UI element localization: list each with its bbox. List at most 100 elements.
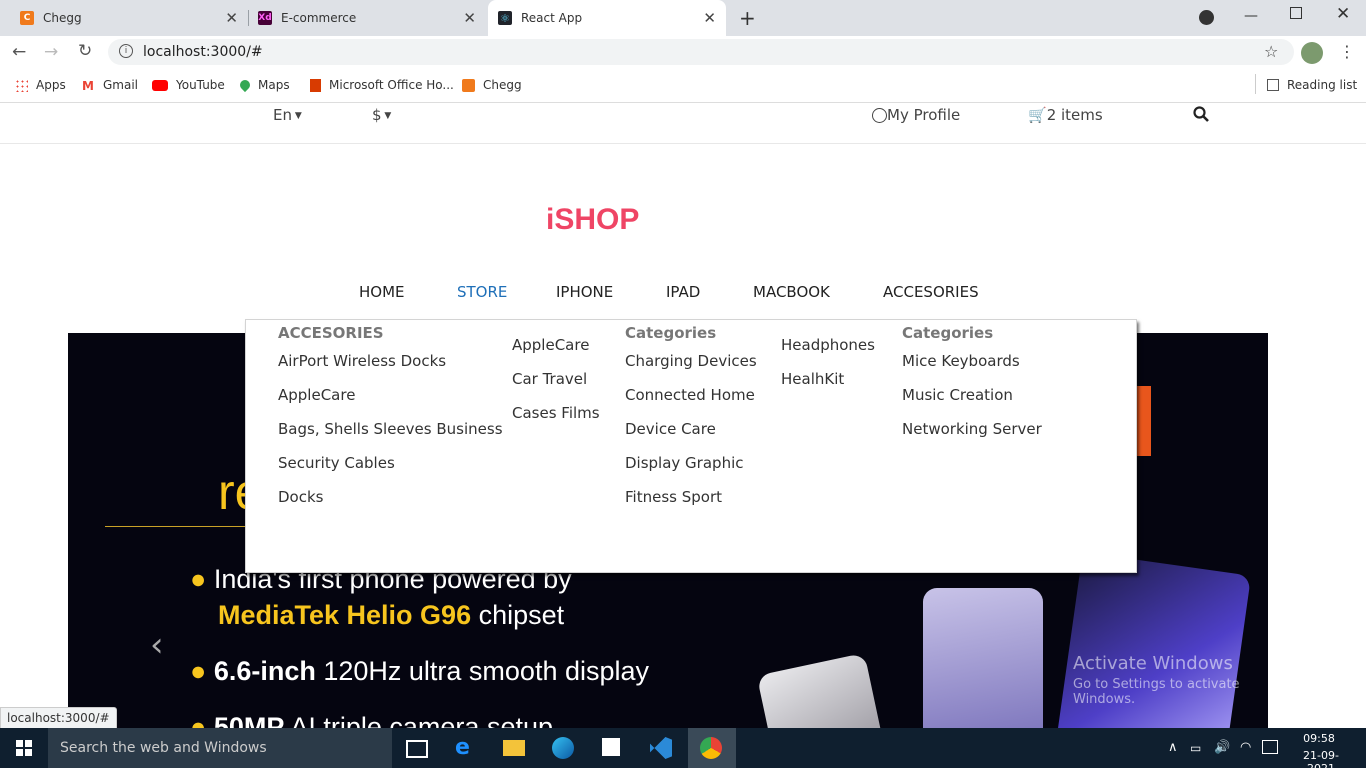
- tab-react-app[interactable]: ⚛ React App ✕: [488, 0, 726, 36]
- megamenu-item[interactable]: Cases Films: [512, 396, 600, 430]
- megamenu-column: Categories Charging Devices Connected Ho…: [625, 320, 757, 514]
- megamenu-item[interactable]: Mice Keyboards: [902, 344, 1042, 378]
- volume-icon[interactable]: 🔊: [1214, 740, 1230, 755]
- bookmark-youtube[interactable]: YouTube: [152, 77, 225, 93]
- bookmark-label: Gmail: [103, 78, 139, 92]
- nav-ipad[interactable]: IPAD: [666, 283, 700, 301]
- bookmark-label: Apps: [36, 78, 66, 92]
- megamenu-item[interactable]: AppleCare: [278, 378, 503, 412]
- wifi-icon[interactable]: ◠: [1240, 740, 1251, 755]
- nav-iphone[interactable]: IPHONE: [556, 283, 613, 301]
- tab-title: React App: [521, 11, 583, 25]
- megamenu-item[interactable]: Docks: [278, 480, 503, 514]
- currency-value: $: [372, 106, 382, 124]
- notifications-icon[interactable]: [1262, 740, 1278, 754]
- chevron-up-icon[interactable]: ∧: [1168, 740, 1178, 755]
- activate-windows-title: Activate Windows: [1073, 653, 1233, 674]
- store-icon[interactable]: [602, 738, 620, 756]
- cart-icon: 🛒: [1028, 106, 1047, 124]
- megamenu-item[interactable]: AirPort Wireless Docks: [278, 344, 503, 378]
- nav-macbook[interactable]: MACBOOK: [753, 283, 830, 301]
- bookmark-chegg[interactable]: Chegg: [462, 77, 522, 93]
- menu-kebab-icon[interactable]: ⋮: [1339, 42, 1355, 61]
- reading-list-icon: [1267, 79, 1279, 91]
- megamenu-heading: Categories: [902, 324, 994, 342]
- bookmark-label: Microsoft Office Ho...: [329, 78, 454, 92]
- avatar[interactable]: [1301, 42, 1323, 64]
- caret-down-icon: ▼: [291, 111, 302, 121]
- close-icon[interactable]: ✕: [463, 9, 476, 27]
- taskbar-search-placeholder[interactable]: Search the web and Windows: [60, 740, 267, 756]
- utility-bar: En ▼ $ ▼ My Profile 🛒 2 items: [0, 103, 1366, 144]
- nav-store[interactable]: STORE: [457, 283, 507, 301]
- minimize-icon[interactable]: —: [1244, 8, 1258, 24]
- currency-dropdown[interactable]: $ ▼: [372, 106, 391, 124]
- megamenu-item[interactable]: Device Care: [625, 412, 757, 446]
- megamenu-item[interactable]: Connected Home: [625, 378, 757, 412]
- my-profile-link[interactable]: My Profile: [872, 106, 960, 124]
- language-value: En: [273, 106, 292, 124]
- bookmark-maps[interactable]: Maps: [237, 77, 290, 93]
- reading-list-button[interactable]: Reading list: [1267, 77, 1357, 93]
- tab-search-icon[interactable]: [1199, 10, 1214, 25]
- megamenu-column: Headphones HealhKit: [781, 328, 875, 396]
- banner-bullet: MediaTek Helio G96 chipset: [218, 600, 565, 630]
- phone-image: [923, 588, 1043, 728]
- windows-start-icon[interactable]: [16, 740, 32, 756]
- carousel-prev-icon[interactable]: ‹: [150, 625, 164, 665]
- url-text[interactable]: localhost:3000/#: [143, 44, 263, 60]
- clock-date[interactable]: 21-09-2021: [1290, 749, 1352, 775]
- address-bar[interactable]: [108, 39, 1294, 65]
- profile-label: My Profile: [887, 106, 961, 124]
- megamenu-item[interactable]: Bags, Shells Sleeves Business: [278, 412, 503, 446]
- megamenu-item[interactable]: Fitness Sport: [625, 480, 757, 514]
- info-icon[interactable]: i: [119, 44, 133, 58]
- nav-accesories[interactable]: ACCESORIES: [883, 283, 979, 301]
- reload-icon[interactable]: ↻: [78, 41, 92, 61]
- edge-legacy-icon[interactable]: e: [455, 735, 470, 760]
- megamenu-item[interactable]: Car Travel: [512, 362, 600, 396]
- task-view-icon[interactable]: [406, 740, 428, 758]
- close-icon[interactable]: ✕: [225, 9, 238, 27]
- file-explorer-icon[interactable]: [503, 740, 525, 756]
- back-icon[interactable]: ←: [12, 42, 26, 62]
- site-logo[interactable]: iSHOP: [546, 203, 639, 237]
- star-icon[interactable]: ☆: [1264, 42, 1278, 61]
- bookmark-office[interactable]: Microsoft Office Ho...: [310, 77, 454, 93]
- chegg-icon: [462, 78, 475, 92]
- forward-icon[interactable]: →: [44, 42, 58, 62]
- cart-link[interactable]: 🛒 2 items: [1028, 106, 1103, 124]
- office-icon: [310, 78, 321, 92]
- banner-bullet: ● 50MP AI triple camera setup: [190, 712, 553, 728]
- user-circle-icon: [872, 107, 887, 123]
- megamenu-item[interactable]: Charging Devices: [625, 344, 757, 378]
- megamenu-item[interactable]: Display Graphic: [625, 446, 757, 480]
- search-button[interactable]: [1193, 106, 1209, 126]
- chrome-icon: [700, 737, 722, 759]
- nav-home[interactable]: HOME: [359, 283, 405, 301]
- battery-icon[interactable]: ▭: [1190, 741, 1201, 755]
- language-dropdown[interactable]: En ▼: [273, 106, 302, 124]
- megamenu-item[interactable]: HealhKit: [781, 362, 875, 396]
- bookmarks-divider: [1255, 74, 1256, 94]
- new-tab-button[interactable]: +: [739, 6, 756, 30]
- clock-time[interactable]: 09:58: [1296, 732, 1342, 745]
- bookmark-apps[interactable]: Apps: [15, 77, 66, 93]
- megamenu-item[interactable]: AppleCare: [512, 328, 600, 362]
- megamenu-item[interactable]: Headphones: [781, 328, 875, 362]
- tab-ecommerce[interactable]: Xd E-commerce ✕: [250, 0, 486, 36]
- megamenu-item[interactable]: Security Cables: [278, 446, 503, 480]
- caret-down-icon: ▼: [381, 111, 392, 121]
- tab-title: Chegg: [43, 11, 82, 25]
- maps-pin-icon: [237, 77, 253, 93]
- window-close-icon[interactable]: ✕: [1336, 4, 1350, 24]
- edge-icon[interactable]: [552, 737, 574, 759]
- web-page: En ▼ $ ▼ My Profile 🛒 2 items iSHOP HOME…: [0, 103, 1366, 728]
- tab-chegg[interactable]: C Chegg ✕: [12, 0, 248, 36]
- megamenu-item[interactable]: Music Creation: [902, 378, 1042, 412]
- close-icon[interactable]: ✕: [703, 9, 716, 27]
- reading-list-label: Reading list: [1287, 78, 1358, 92]
- maximize-icon[interactable]: [1290, 7, 1302, 19]
- megamenu-item[interactable]: Networking Server: [902, 412, 1042, 446]
- bookmark-gmail[interactable]: M Gmail: [82, 77, 138, 93]
